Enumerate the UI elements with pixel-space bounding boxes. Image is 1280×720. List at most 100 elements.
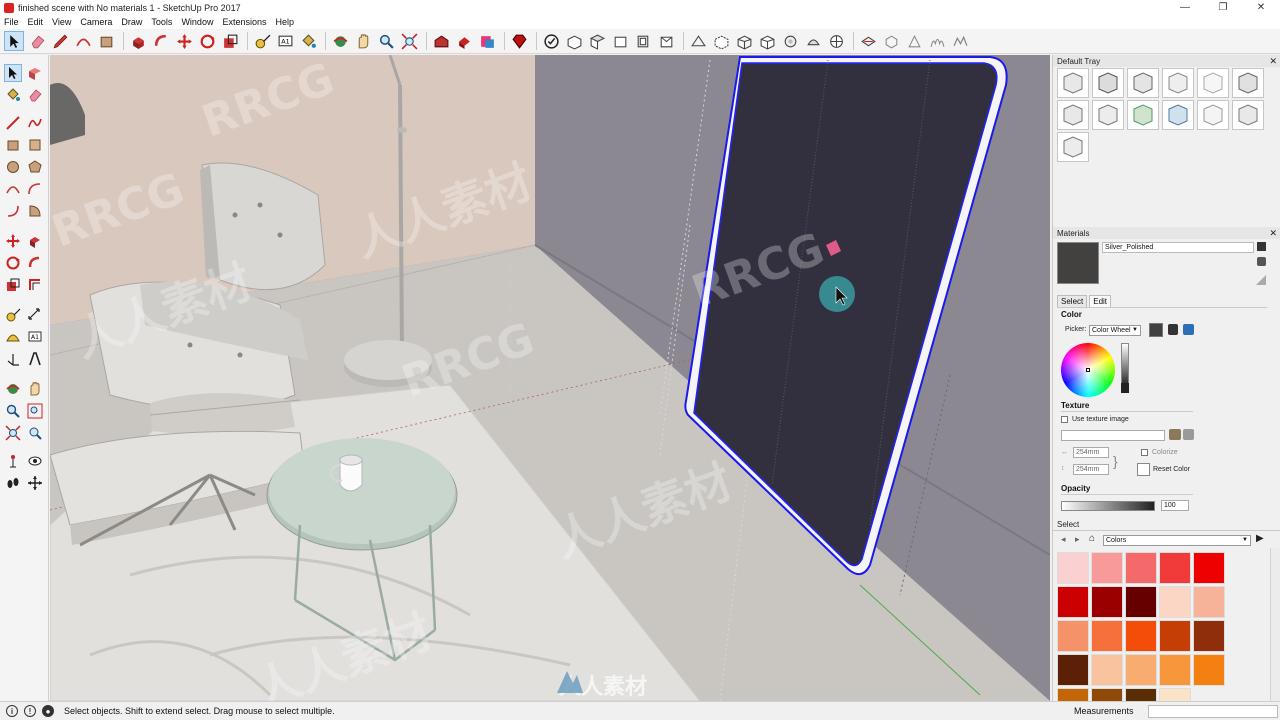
material-swatch[interactable]: [1057, 654, 1089, 686]
display-secondary-pane-icon[interactable]: [1257, 242, 1266, 251]
material-swatch[interactable]: [1125, 688, 1157, 701]
paint-bucket-icon[interactable]: [298, 31, 318, 51]
layout-icon[interactable]: [477, 31, 497, 51]
match-color-screen-icon[interactable]: [1183, 324, 1194, 335]
menu-window[interactable]: Window: [181, 17, 213, 27]
text-icon[interactable]: A1: [275, 31, 295, 51]
style-thumbnail[interactable]: [1197, 68, 1229, 98]
material-swatch[interactable]: [1057, 552, 1089, 584]
material-name-field[interactable]: Silver_Polished: [1102, 242, 1254, 253]
material-swatch[interactable]: [1125, 586, 1157, 618]
style-thumbnail[interactable]: [1057, 100, 1089, 130]
style-thumbnail[interactable]: [1057, 68, 1089, 98]
rectangle-icon[interactable]: [96, 31, 116, 51]
material-swatch[interactable]: [1193, 552, 1225, 584]
shaded-icon[interactable]: [780, 31, 800, 51]
texture-path-field[interactable]: [1061, 430, 1165, 441]
style-thumbnail[interactable]: [1092, 68, 1124, 98]
line-icon[interactable]: [4, 114, 22, 132]
opacity-slider[interactable]: [1061, 501, 1155, 511]
sample-paint-icon[interactable]: [1256, 275, 1266, 285]
section-display-icon[interactable]: [881, 31, 901, 51]
zoom-icon[interactable]: [4, 402, 22, 420]
arc-icon[interactable]: [73, 31, 93, 51]
3d-viewport[interactable]: RRCG 人人素材 RRCG 人人素材 RRCG 人人素材 RRCG 人人素材 …: [50, 55, 1050, 701]
protractor-icon[interactable]: [4, 328, 22, 346]
geo-location-icon[interactable]: i: [6, 705, 18, 717]
views-right-icon[interactable]: [633, 31, 653, 51]
collection-dropdown[interactable]: Colors ▼: [1103, 535, 1251, 546]
opacity-field[interactable]: 100: [1161, 500, 1189, 511]
freehand-icon[interactable]: [26, 114, 44, 132]
follow-me-icon[interactable]: [151, 31, 171, 51]
tab-edit[interactable]: Edit: [1089, 295, 1112, 307]
views-top-icon[interactable]: [587, 31, 607, 51]
section-plane-icon[interactable]: [858, 31, 878, 51]
pan-icon[interactable]: [353, 31, 373, 51]
component-icon[interactable]: [541, 31, 561, 51]
minimize-button[interactable]: —: [1166, 0, 1204, 15]
create-material-icon[interactable]: [1257, 257, 1266, 266]
sandbox-icon[interactable]: [927, 31, 947, 51]
move-icon[interactable]: [4, 232, 22, 250]
credits-icon[interactable]: !: [24, 705, 36, 717]
lightness-slider-handle[interactable]: [1121, 383, 1129, 393]
style-thumbnail[interactable]: [1162, 100, 1194, 130]
back-edges-icon[interactable]: [711, 31, 731, 51]
hidden-line-icon[interactable]: [757, 31, 777, 51]
rotate-icon[interactable]: [197, 31, 217, 51]
back-arrow-icon[interactable]: ◂: [1061, 534, 1066, 545]
arc-icon[interactable]: [4, 180, 22, 198]
tape-measure-icon[interactable]: [4, 306, 22, 324]
three-point-arc-icon[interactable]: [4, 202, 22, 220]
use-texture-checkbox[interactable]: [1061, 416, 1068, 423]
close-button[interactable]: ✕: [1242, 0, 1280, 15]
material-swatch[interactable]: [1125, 654, 1157, 686]
colorize-checkbox[interactable]: [1141, 449, 1148, 456]
look-around-icon[interactable]: [26, 452, 44, 470]
select-icon[interactable]: [4, 31, 24, 51]
picker-dropdown[interactable]: Color Wheel ▼: [1089, 325, 1141, 336]
texture-height-field[interactable]: 254mm: [1073, 464, 1109, 475]
pencil-icon[interactable]: [50, 31, 70, 51]
style-thumbnail[interactable]: [1232, 100, 1264, 130]
style-thumbnail[interactable]: [1057, 132, 1089, 162]
materials-close-icon[interactable]: ✕: [1269, 228, 1277, 239]
material-swatch[interactable]: [1193, 654, 1225, 686]
section-plane-icon[interactable]: [26, 474, 44, 492]
material-swatch[interactable]: [1159, 688, 1191, 701]
monochrome-icon[interactable]: [826, 31, 846, 51]
zoom-icon[interactable]: [376, 31, 396, 51]
move-icon[interactable]: [174, 31, 194, 51]
x-ray-icon[interactable]: [688, 31, 708, 51]
select-icon[interactable]: [4, 64, 22, 82]
edit-texture-icon[interactable]: [1183, 429, 1194, 440]
material-swatch[interactable]: [1091, 552, 1123, 584]
previous-view-icon[interactable]: [26, 424, 44, 442]
material-swatch[interactable]: [1193, 620, 1225, 652]
aspect-lock-icon[interactable]: }: [1113, 453, 1118, 469]
push-pull-icon[interactable]: [128, 31, 148, 51]
wireframe-icon[interactable]: [734, 31, 754, 51]
menu-tools[interactable]: Tools: [151, 17, 172, 27]
browse-texture-icon[interactable]: [1169, 429, 1181, 440]
material-swatch[interactable]: [1091, 688, 1123, 701]
menu-file[interactable]: File: [4, 17, 19, 27]
material-swatch[interactable]: [1057, 586, 1089, 618]
eraser-icon[interactable]: [26, 86, 44, 104]
material-swatch[interactable]: [1159, 654, 1191, 686]
style-thumbnail[interactable]: [1232, 68, 1264, 98]
scale-icon[interactable]: [220, 31, 240, 51]
tape-measure-icon[interactable]: [252, 31, 272, 51]
text-icon[interactable]: A1: [26, 328, 44, 346]
style-thumbnail[interactable]: [1197, 100, 1229, 130]
material-swatch[interactable]: [1193, 586, 1225, 618]
polygon-icon[interactable]: [26, 158, 44, 176]
style-thumbnail[interactable]: [1127, 68, 1159, 98]
reset-color-swatch[interactable]: [1137, 463, 1150, 476]
material-swatch[interactable]: [1091, 620, 1123, 652]
shadows-icon[interactable]: [904, 31, 924, 51]
style-thumbnail[interactable]: [1092, 100, 1124, 130]
paint-bucket-icon[interactable]: [4, 86, 22, 104]
menu-camera[interactable]: Camera: [80, 17, 112, 27]
